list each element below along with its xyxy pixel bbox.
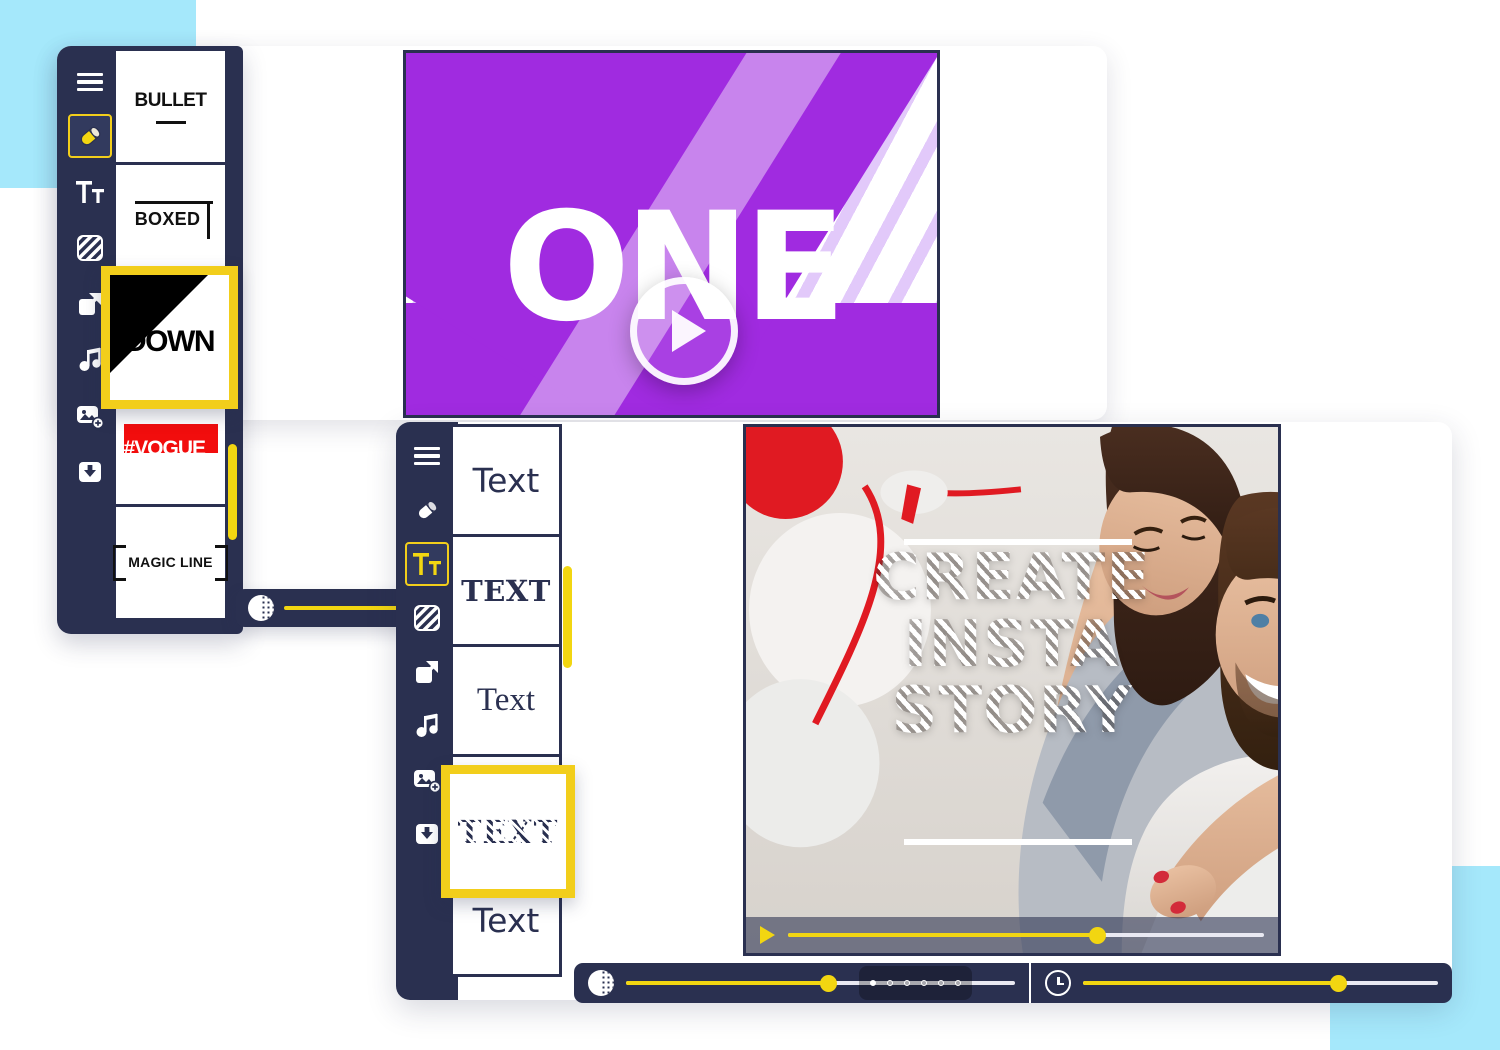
sidebar-item-menu-w1[interactable] <box>68 60 112 104</box>
story-headline: CREATE INSTA STORY <box>746 545 1278 745</box>
sidebar-item-resize-w2[interactable] <box>405 650 449 694</box>
music-icon <box>416 713 438 737</box>
text-style-card-serif[interactable]: Text <box>450 644 562 757</box>
style-card-magic-line[interactable]: MAGIC LINE <box>113 504 228 621</box>
style-card-label: #VOGUE <box>123 436 207 460</box>
window-one-scrollbar[interactable] <box>228 444 237 540</box>
opacity-slider-knob[interactable] <box>819 974 837 992</box>
sidebar-item-download-w1[interactable] <box>68 450 112 494</box>
step-dot[interactable] <box>921 980 928 986</box>
story-headline-line-1: CREATE <box>873 541 1151 615</box>
text-style-card-striped-selected[interactable]: TEXT <box>441 765 575 898</box>
boxed-rule-top <box>134 200 213 204</box>
pattern-icon <box>414 605 440 631</box>
screenshot-stage: ONE BULLET BOXED #VOGUE MAGIC LINE DOWN … <box>0 0 1500 1050</box>
sidebar-item-text-w1[interactable] <box>68 170 112 214</box>
play-button-one[interactable] <box>630 277 738 385</box>
window-two-scrollbar[interactable] <box>563 566 572 668</box>
style-card-label: MAGIC LINE <box>128 553 213 570</box>
text-style-label: TEXT <box>461 573 551 608</box>
text-style-card-slab[interactable]: TEXT <box>450 534 562 647</box>
story-rule-bottom <box>904 839 1132 845</box>
sidebar-item-music-w2[interactable] <box>405 704 449 748</box>
opacity-slider-fill <box>626 981 829 985</box>
play-icon[interactable] <box>760 926 775 944</box>
menu-icon <box>77 73 103 91</box>
step-dot[interactable] <box>887 980 894 986</box>
duration-control-group <box>1031 963 1452 1003</box>
sidebar-item-text-w2[interactable] <box>405 542 449 586</box>
opacity-step-dots[interactable] <box>859 966 973 1000</box>
story-progress-fill <box>788 933 1098 937</box>
text-style-label: Text <box>472 901 540 940</box>
download-icon <box>79 462 101 482</box>
download-icon <box>416 824 438 844</box>
pattern-icon <box>77 235 103 261</box>
add-image-icon <box>414 770 442 794</box>
contrast-icon <box>588 970 614 996</box>
contrast-icon <box>248 595 274 621</box>
resize-icon <box>416 661 438 683</box>
step-dot[interactable] <box>955 980 962 986</box>
story-preview[interactable]: CREATE INSTA STORY <box>743 424 1281 956</box>
text-style-card-sans[interactable]: Text <box>450 424 562 537</box>
duration-slider-fill <box>1082 981 1339 985</box>
sidebar-item-eraser-w2[interactable] <box>405 488 449 532</box>
resize-icon <box>79 293 101 315</box>
style-card-label: BULLET <box>134 89 207 111</box>
style-card-boxed[interactable]: BOXED <box>113 162 228 279</box>
music-icon <box>79 347 101 371</box>
eraser-icon <box>80 126 101 146</box>
menu-icon <box>414 447 440 465</box>
step-dot[interactable] <box>938 980 945 986</box>
duration-slider-knob[interactable] <box>1329 974 1347 992</box>
story-headline-line-2: INSTA <box>903 607 1121 682</box>
sidebar-item-pattern-w1[interactable] <box>68 226 112 270</box>
eraser-icon <box>417 500 438 520</box>
story-headline-line-3: STORY <box>891 674 1133 749</box>
play-triangle-icon <box>671 310 706 352</box>
text-style-label: Text <box>476 682 536 718</box>
sidebar-item-pattern-w2[interactable] <box>405 596 449 640</box>
window-two-toolbar <box>396 422 458 1000</box>
style-card-label: BOXED <box>134 208 201 229</box>
sidebar-item-eraser-w1[interactable] <box>68 114 112 158</box>
step-dot[interactable] <box>870 980 877 986</box>
story-progress-knob[interactable] <box>1089 926 1107 944</box>
text-tool-icon <box>76 181 104 203</box>
text-style-label: Text <box>472 461 540 500</box>
style-card-down-selected[interactable]: DOWN <box>101 266 238 409</box>
window-two-sidebar-icons <box>396 422 458 1000</box>
story-progress-slider[interactable] <box>788 926 1264 944</box>
window-two-bottom-bar <box>574 963 1452 1003</box>
style-card-bullet[interactable]: BULLET <box>113 48 228 165</box>
duration-slider[interactable] <box>1082 974 1439 992</box>
opacity-slider[interactable] <box>626 966 1015 1000</box>
step-dot[interactable] <box>904 980 911 986</box>
window-two-style-list[interactable]: Text TEXT Text Text <box>450 424 562 998</box>
sidebar-item-menu-w2[interactable] <box>405 434 449 478</box>
boxed-rule-right <box>207 200 211 239</box>
clock-icon <box>1044 970 1071 996</box>
text-style-label: TEXT <box>457 812 559 851</box>
story-playback-bar <box>746 917 1278 953</box>
opacity-control-group <box>574 963 1031 1003</box>
style-card-label: DOWN <box>125 324 215 358</box>
text-tool-icon <box>413 553 441 575</box>
bullet-dash <box>155 120 186 124</box>
